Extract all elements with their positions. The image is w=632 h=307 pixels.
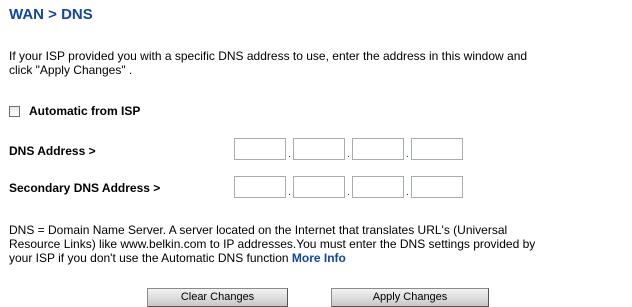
secondary-dns-octet-4-input[interactable] xyxy=(411,176,463,198)
octet-separator: . xyxy=(347,149,350,160)
automatic-from-isp-checkbox[interactable] xyxy=(9,105,20,117)
description-line-3: your ISP if you don't use the Automatic … xyxy=(9,251,629,265)
automatic-from-isp-label: Automatic from ISP xyxy=(29,104,141,118)
octet-separator: . xyxy=(406,149,409,160)
dns-description: DNS = Domain Name Server. A server locat… xyxy=(9,223,629,265)
page-title: WAN > DNS xyxy=(9,6,93,23)
intro-line-1: If your ISP provided you with a specific… xyxy=(9,49,528,63)
dns-octet-2-input[interactable] xyxy=(293,138,345,160)
intro-text: If your ISP provided you with a specific… xyxy=(9,49,627,77)
octet-separator: . xyxy=(406,187,409,198)
secondary-dns-octet-1-input[interactable] xyxy=(234,176,286,198)
dns-octet-3-input[interactable] xyxy=(352,138,404,160)
clear-changes-button[interactable]: Clear Changes xyxy=(147,288,288,307)
dns-octet-4-input[interactable] xyxy=(411,138,463,160)
dns-octet-1-input[interactable] xyxy=(234,138,286,160)
secondary-dns-octet-3-input[interactable] xyxy=(352,176,404,198)
description-line-1: DNS = Domain Name Server. A server locat… xyxy=(9,223,508,237)
secondary-dns-octet-2-input[interactable] xyxy=(293,176,345,198)
secondary-dns-address-fields: . . . xyxy=(234,176,463,198)
automatic-from-isp-row: Automatic from ISP xyxy=(9,104,140,118)
octet-separator: . xyxy=(347,187,350,198)
octet-separator: . xyxy=(288,149,291,160)
apply-changes-button[interactable]: Apply Changes xyxy=(331,288,489,307)
dns-address-fields: . . . xyxy=(234,138,463,160)
description-line-3-text: your ISP if you don't use the Automatic … xyxy=(9,251,292,265)
description-line-2: Resource Links) like www.belkin.com to I… xyxy=(9,237,536,251)
dns-address-label: DNS Address > xyxy=(9,144,96,158)
intro-line-2: click "Apply Changes" . xyxy=(9,63,133,77)
more-info-link[interactable]: More Info xyxy=(292,251,346,265)
octet-separator: . xyxy=(288,187,291,198)
secondary-dns-address-label: Secondary DNS Address > xyxy=(9,181,161,195)
